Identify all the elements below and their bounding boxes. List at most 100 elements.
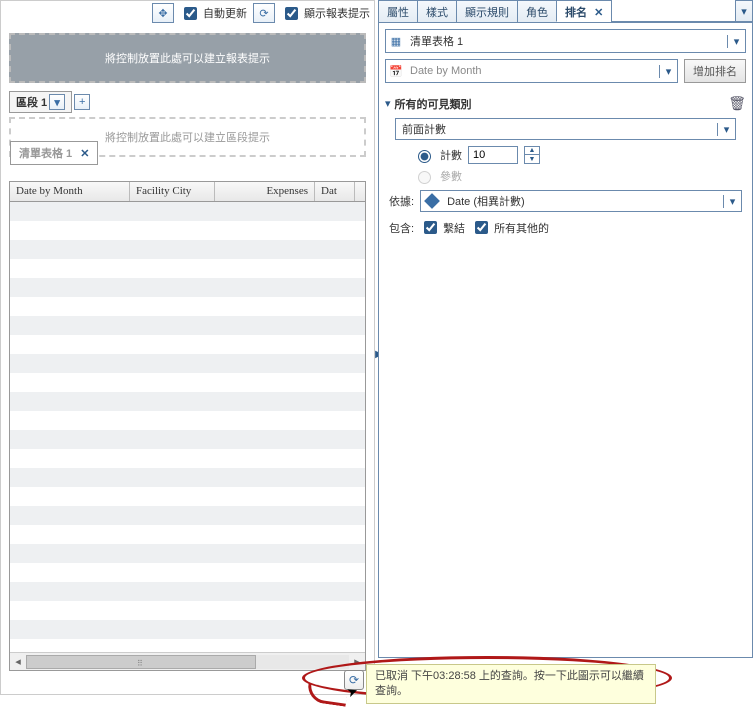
table-row — [10, 373, 365, 392]
chevron-down-icon[interactable]: ▾ — [659, 65, 677, 78]
all-visible-label: 所有的可見類別 — [395, 96, 729, 112]
all-others-checkbox[interactable]: 所有其他的 — [471, 218, 549, 237]
auto-update-label: 自動更新 — [203, 5, 247, 21]
all-others-label: 所有其他的 — [494, 220, 549, 236]
count-label: 計數 — [440, 147, 462, 163]
show-prompt-input[interactable] — [285, 7, 298, 20]
tab-spacer — [611, 0, 735, 22]
basis-value: Date (相異計數) — [443, 193, 723, 209]
count-group: 計數 ▲ ▼ 參數 — [413, 146, 746, 184]
spinner-up-icon[interactable]: ▲ — [525, 147, 539, 155]
table-row — [10, 278, 365, 297]
col-dat[interactable]: Dat — [315, 182, 355, 201]
tab-styles[interactable]: 樣式 — [417, 0, 457, 22]
show-prompt-label: 顯示報表提示 — [304, 5, 370, 21]
grid-header: Date by Month Facility City Expenses Dat — [10, 182, 365, 202]
tabs-overflow-dropdown[interactable]: ▾ — [735, 0, 753, 22]
count-input[interactable] — [468, 146, 518, 164]
tab-properties[interactable]: 屬性 — [378, 0, 418, 22]
param-radio-row: 參數 — [413, 168, 746, 184]
close-icon[interactable]: ✕ — [80, 147, 89, 160]
col-date[interactable]: Date by Month — [10, 182, 130, 201]
table-row — [10, 297, 365, 316]
add-rank-button[interactable]: 增加排名 — [684, 59, 746, 83]
chevron-down-icon[interactable]: ▾ — [717, 123, 735, 136]
ties-label: 繫結 — [443, 220, 465, 236]
show-prompt-checkbox[interactable]: 顯示報表提示 — [281, 4, 370, 23]
scroll-left-icon[interactable]: ◂ — [10, 655, 26, 668]
table-icon: ▦ — [386, 35, 406, 48]
auto-update-checkbox[interactable]: 自動更新 — [180, 4, 247, 23]
ranking-pane: ▦ 清單表格 1 ▾ 📅 Date by Month ▾ 增加排名 ▾ 所有的可… — [378, 22, 753, 658]
rank-column-select[interactable]: 📅 Date by Month ▾ — [385, 59, 678, 83]
spinner-down-icon[interactable]: ▼ — [525, 155, 539, 163]
calendar-icon: 📅 — [386, 65, 406, 78]
ties-input[interactable] — [424, 221, 437, 234]
table-row — [10, 392, 365, 411]
add-section-button[interactable]: + — [74, 94, 90, 110]
table-row — [10, 449, 365, 468]
table-row — [10, 487, 365, 506]
tab-roles[interactable]: 角色 — [517, 0, 557, 22]
status-tooltip: 已取消 下午03:28:58 上的查詢。按一下此圖示可以繼續查詢。 — [366, 664, 656, 704]
all-visible-header[interactable]: ▾ 所有的可見類別 🗑 — [385, 95, 746, 112]
tab-ranking[interactable]: 排名 ✕ — [556, 0, 612, 22]
list-tab-1[interactable]: 清單表格 1 ✕ — [10, 141, 98, 165]
col-expenses[interactable]: Expenses — [215, 182, 315, 201]
properties-tabs: 屬性 樣式 顯示規則 角色 排名 ✕ ▾ — [378, 0, 753, 22]
chevron-down-icon[interactable]: ▾ — [727, 35, 745, 48]
table-row — [10, 316, 365, 335]
refresh-icon[interactable]: ⟳ — [253, 3, 275, 23]
auto-update-input[interactable] — [184, 7, 197, 20]
front-count-select[interactable]: 前面計數 ▾ — [395, 118, 736, 140]
report-toolbar: ✥ 自動更新 ⟳ 顯示報表提示 — [1, 1, 374, 25]
table-row — [10, 335, 365, 354]
include-label: 包含: — [389, 220, 414, 236]
status-callout: ⟳ ➤ 已取消 下午03:28:58 上的查詢。按一下此圖示可以繼續查詢。 — [302, 656, 732, 701]
grid-body — [10, 202, 365, 650]
data-grid: Date by Month Facility City Expenses Dat — [9, 181, 366, 671]
measure-icon — [424, 193, 440, 209]
table-row — [10, 601, 365, 620]
table-row — [10, 525, 365, 544]
chevron-down-icon[interactable]: ▾ — [723, 195, 741, 208]
basis-row: 依據: Date (相異計數) ▾ — [389, 190, 742, 212]
status-text: 已取消 下午03:28:58 上的查詢。按一下此圖示可以繼續查詢。 — [375, 670, 644, 697]
scroll-grip-icon: ⠿ — [137, 659, 144, 668]
section-prompt-dropzone[interactable]: 將控制放置此處可以建立區段提示 清單表格 1 ✕ — [9, 117, 366, 157]
col-city[interactable]: Facility City — [130, 182, 215, 201]
param-label: 參數 — [440, 168, 462, 184]
count-spinner[interactable]: ▲ ▼ — [524, 146, 540, 164]
scroll-thumb[interactable]: ⠿ — [26, 655, 256, 669]
table-row — [10, 411, 365, 430]
table-row — [10, 259, 365, 278]
table-row — [10, 544, 365, 563]
ties-checkbox[interactable]: 繫結 — [420, 218, 465, 237]
all-others-input[interactable] — [475, 221, 488, 234]
front-count-value: 前面計數 — [396, 121, 717, 137]
report-prompt-dropzone[interactable]: 將控制放置此處可以建立報表提示 — [9, 33, 366, 83]
section-tab-1[interactable]: 區段 1 ▾ — [9, 91, 72, 113]
table-row — [10, 202, 365, 221]
trash-icon[interactable]: 🗑 — [728, 95, 746, 112]
list-tab-label: 清單表格 1 — [19, 145, 72, 161]
table-row — [10, 639, 365, 650]
collapse-arrow-icon[interactable]: ▾ — [385, 97, 391, 110]
expand-icon[interactable]: ✥ — [152, 3, 174, 23]
basis-select[interactable]: Date (相異計數) ▾ — [420, 190, 742, 212]
section-tab-label: 區段 1 — [16, 94, 47, 110]
table-row — [10, 506, 365, 525]
tab-display-rules[interactable]: 顯示規則 — [456, 0, 518, 22]
table-row — [10, 563, 365, 582]
table-row — [10, 221, 365, 240]
table-row — [10, 430, 365, 449]
close-icon[interactable]: ✕ — [594, 7, 603, 19]
target-table-select[interactable]: ▦ 清單表格 1 ▾ — [385, 29, 746, 53]
count-radio-row: 計數 ▲ ▼ — [413, 146, 746, 164]
basis-label: 依據: — [389, 193, 414, 209]
count-radio[interactable] — [418, 150, 431, 163]
scroll-track[interactable]: ⠿ — [26, 655, 349, 669]
section-dropdown-icon[interactable]: ▾ — [49, 94, 65, 110]
table-row — [10, 354, 365, 373]
list-tab-strip: 清單表格 1 ✕ — [10, 141, 98, 165]
